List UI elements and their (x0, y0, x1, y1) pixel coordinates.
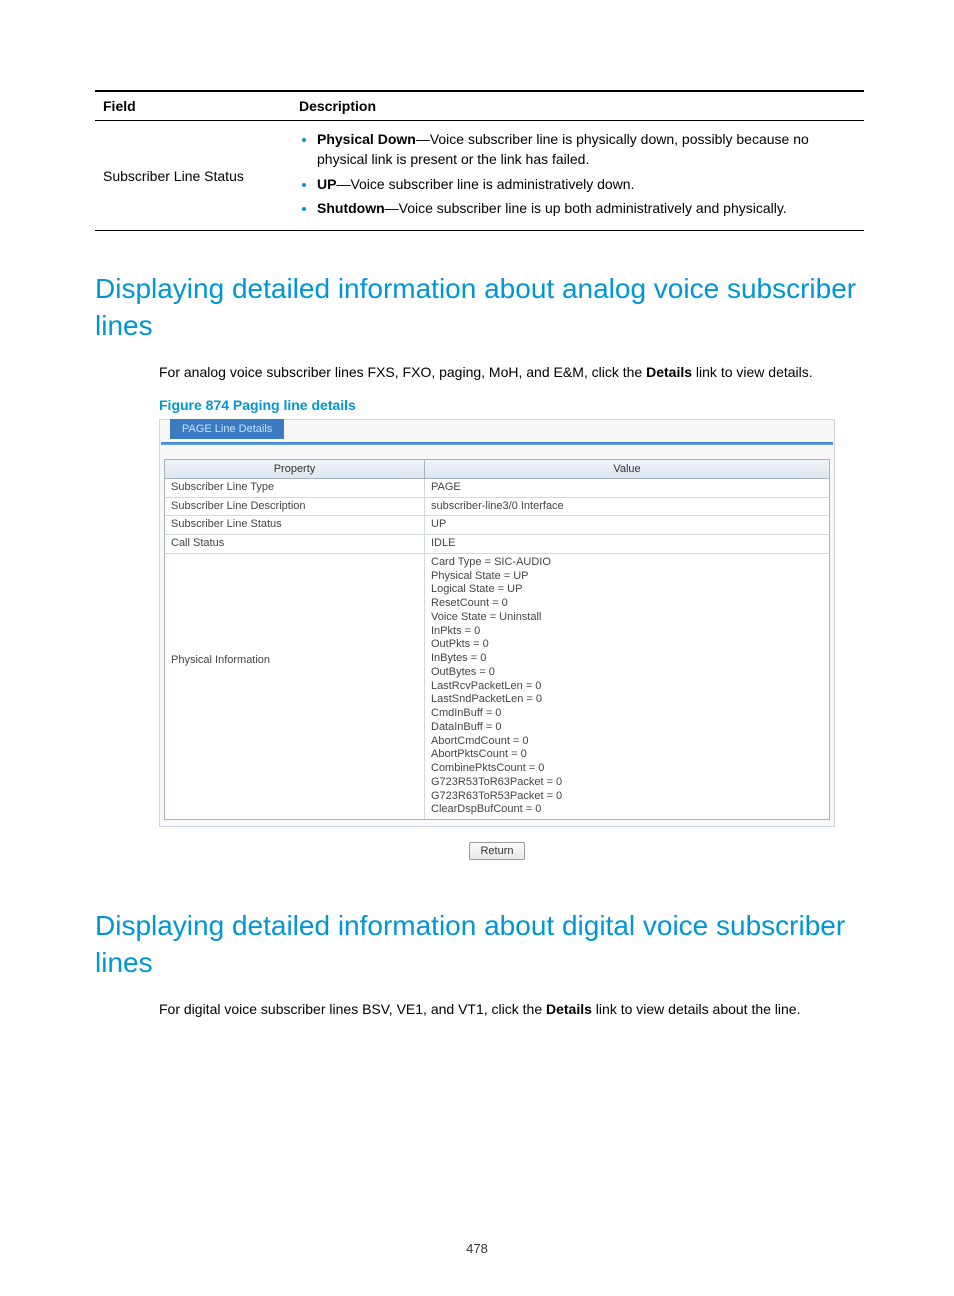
tab-page-line-details[interactable]: PAGE Line Details (170, 419, 284, 439)
list-item: Physical Down—Voice subscriber line is p… (317, 129, 856, 170)
th-field: Field (95, 91, 291, 121)
paragraph: For analog voice subscriber lines FXS, F… (95, 362, 864, 383)
table-row: Subscriber Line Status UP (165, 516, 829, 535)
cell-property: Subscriber Line Status (165, 516, 425, 534)
table-row: Physical Information Card Type = SIC-AUD… (165, 554, 829, 819)
table-row: Subscriber Line Description subscriber-l… (165, 498, 829, 517)
cell-value: IDLE (425, 535, 829, 553)
th-description: Description (291, 91, 864, 121)
grid-head-value: Value (425, 460, 829, 478)
cell-property: Subscriber Line Type (165, 479, 425, 497)
list-item: UP—Voice subscriber line is administrati… (317, 174, 856, 194)
paragraph: For digital voice subscriber lines BSV, … (95, 999, 864, 1020)
cell-value: PAGE (425, 479, 829, 497)
description-list: Physical Down—Voice subscriber line is p… (299, 129, 856, 218)
section-heading-analog: Displaying detailed information about an… (95, 271, 864, 344)
return-button[interactable]: Return (469, 842, 524, 860)
section-heading-digital: Displaying detailed information about di… (95, 908, 864, 981)
cell-value: subscriber-line3/0 Interface (425, 498, 829, 516)
table-row: Subscriber Line Type PAGE (165, 479, 829, 498)
table-row: Call Status IDLE (165, 535, 829, 554)
list-item: Shutdown—Voice subscriber line is up bot… (317, 198, 856, 218)
page-line-details-panel: PAGE Line Details Property Value Subscri… (159, 419, 835, 827)
page-number: 478 (0, 1241, 954, 1256)
field-description-table: Field Description Subscriber Line Status… (95, 90, 864, 231)
table-row: Subscriber Line Status Physical Down—Voi… (95, 121, 864, 231)
figure-caption: Figure 874 Paging line details (159, 397, 864, 413)
cell-property: Call Status (165, 535, 425, 553)
cell-value: UP (425, 516, 829, 534)
property-value-grid: Property Value Subscriber Line Type PAGE… (164, 459, 830, 820)
cell-property: Physical Information (165, 554, 425, 819)
cell-property: Subscriber Line Description (165, 498, 425, 516)
grid-head-property: Property (165, 460, 425, 478)
row-label: Subscriber Line Status (95, 121, 291, 231)
cell-value: Card Type = SIC-AUDIO Physical State = U… (425, 554, 829, 819)
